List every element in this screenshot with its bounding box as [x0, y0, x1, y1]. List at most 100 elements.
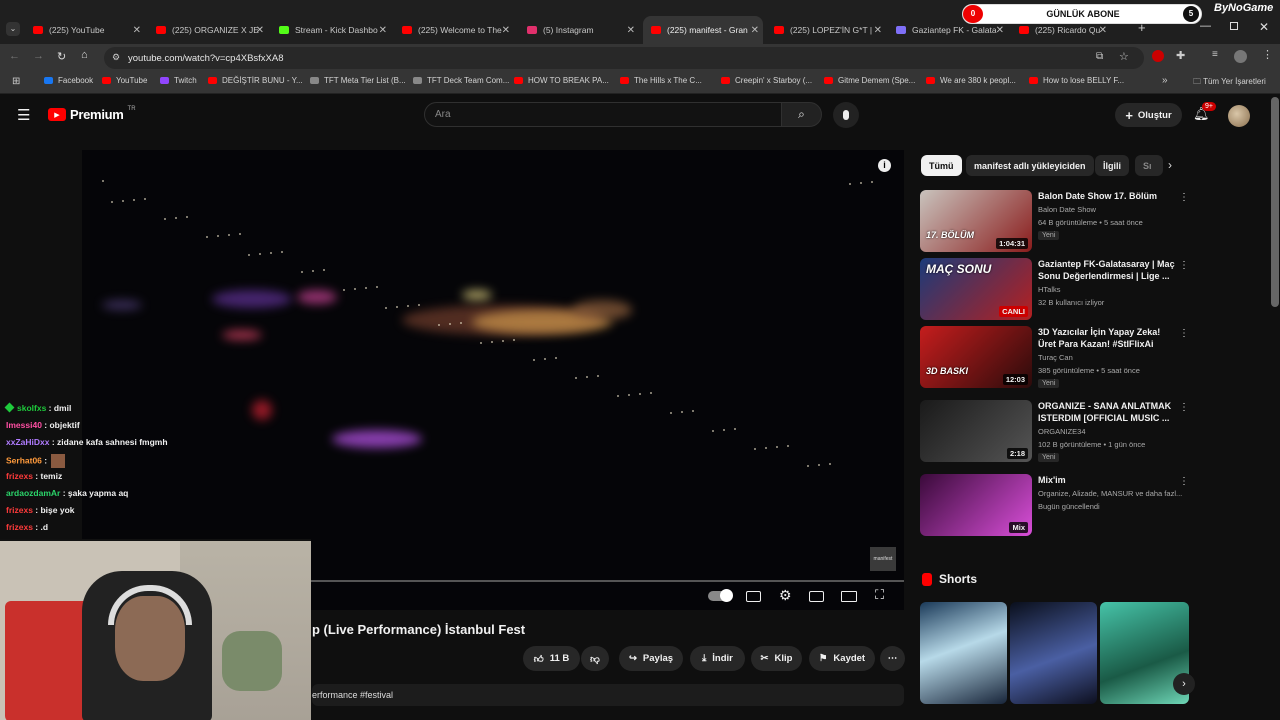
extension-icon[interactable] — [1152, 50, 1164, 62]
back-icon[interactable]: ← — [9, 50, 20, 62]
bookmark-item[interactable]: The Hills x The C... — [620, 76, 702, 85]
more-options-icon[interactable]: ⋮ — [1179, 192, 1189, 203]
like-button[interactable]: 👍︎ 11 B — [523, 646, 580, 671]
site-info-icon[interactable]: ⚙ — [112, 52, 120, 63]
window-minimize-icon[interactable]: — — [1200, 20, 1211, 32]
extensions-puzzle-icon[interactable]: ✚ — [1176, 49, 1185, 62]
video-thumbnail[interactable]: Mix — [920, 474, 1032, 536]
chips-next-icon[interactable]: › — [1168, 158, 1172, 172]
dislike-button[interactable]: 👎︎ — [581, 646, 609, 671]
bookmark-item[interactable]: Facebook — [44, 76, 93, 85]
bookmark-item[interactable]: How to lose BELLY F... — [1029, 76, 1124, 85]
bookmark-item[interactable]: Twitch — [160, 76, 197, 85]
youtube-logo[interactable]: ▶ Premium TR — [48, 106, 136, 122]
bookmark-item[interactable]: Gitme Demem (Spe... — [824, 76, 915, 85]
home-icon[interactable]: ⌂ — [81, 49, 88, 61]
search-input[interactable]: Ara — [424, 102, 782, 127]
tab-list-chevron-icon[interactable]: ⌄ — [6, 22, 20, 36]
browser-tab[interactable]: (225) YouTube ✕ — [25, 16, 145, 44]
channel-name[interactable]: Organize, Alizade, MANSUR ve daha fazl..… — [1038, 489, 1182, 498]
tab-close-icon[interactable]: ✕ — [133, 25, 141, 36]
bookmark-item[interactable]: YouTube — [102, 76, 147, 85]
voice-search-button[interactable] — [833, 102, 859, 128]
forward-icon[interactable]: → — [33, 50, 44, 62]
create-button[interactable]: + Oluştur — [1115, 103, 1182, 127]
channel-name[interactable]: HTalks — [1038, 285, 1061, 294]
filter-chip[interactable]: İlgili — [1095, 155, 1129, 176]
info-icon[interactable]: i — [878, 159, 891, 172]
bookmark-star-icon[interactable]: ☆ — [1119, 50, 1129, 63]
browser-tab[interactable]: (225) ORGANIZE X JE ✕ — [148, 16, 268, 44]
bookmark-item[interactable]: DEĞİŞTİR BUNU - Y... — [208, 76, 303, 85]
more-options-icon[interactable]: ⋮ — [1179, 328, 1189, 339]
autoplay-toggle[interactable] — [708, 589, 733, 602]
settings-gear-icon[interactable]: ⚙ — [779, 587, 792, 604]
tab-close-icon[interactable]: ✕ — [379, 25, 387, 36]
browser-tab[interactable]: Stream - Kick Dashbo ✕ — [271, 16, 391, 44]
bookmark-item[interactable]: Creepin' x Starboy (... — [721, 76, 812, 85]
tab-close-icon[interactable]: ✕ — [256, 25, 264, 36]
filter-chip[interactable]: manifest adlı yükleyiciden — [966, 155, 1094, 176]
save-button[interactable]: ⚑ Kaydet — [809, 646, 875, 671]
video-thumbnail[interactable]: MAÇ SONU CANLI — [920, 258, 1032, 320]
bookmarks-more-icon[interactable]: » — [1162, 75, 1168, 86]
theater-mode-icon[interactable] — [841, 591, 857, 602]
video-thumbnail[interactable]: 3D BASKI 12:03 — [920, 326, 1032, 388]
browser-tab[interactable]: (5) Instagram ✕ — [519, 16, 639, 44]
bookmark-item[interactable]: TFT Meta Tier List (B... — [310, 76, 406, 85]
filter-chip[interactable]: Tümü — [921, 155, 962, 176]
more-options-icon[interactable]: ⋮ — [1179, 260, 1189, 271]
more-options-icon[interactable]: ⋮ — [1179, 476, 1189, 487]
address-bar[interactable]: ⚙ youtube.com/watch?v=cp4XBsfxXA8 ⧉ ☆ — [104, 47, 1144, 69]
short-thumbnail[interactable] — [920, 602, 1007, 704]
apps-grid-icon[interactable]: ⊞ — [12, 76, 20, 87]
new-tab-icon[interactable]: + — [1138, 20, 1146, 35]
recommended-video[interactable]: 3D BASKI 12:03 3D Yazıcılar İçin Yapay Zek… — [920, 326, 1190, 390]
share-button[interactable]: ↪ Paylaş — [619, 646, 683, 671]
tab-close-icon[interactable]: ✕ — [874, 25, 882, 36]
channel-name[interactable]: ORGANIZE34 — [1038, 427, 1086, 436]
video-thumbnail[interactable]: 2:18 — [920, 400, 1032, 462]
reload-icon[interactable]: ↻ — [57, 50, 66, 63]
recommended-video[interactable]: MAÇ SONU CANLI Gaziantep FK-Galatasaray | … — [920, 258, 1190, 322]
more-actions-button[interactable]: ⋯ — [880, 646, 905, 671]
tab-close-icon[interactable]: ✕ — [751, 25, 759, 36]
subtitles-icon[interactable] — [746, 591, 761, 602]
recommended-video[interactable]: 2:18 ORGANIZE - SANA ANLATMAK ISTERDIM [O… — [920, 400, 1190, 464]
browser-tab[interactable]: (225) LOPEZ'İN G*T | ✕ — [766, 16, 886, 44]
channel-name[interactable]: Turaç Can — [1038, 353, 1073, 362]
bookmark-item[interactable]: HOW TO BREAK PA... — [514, 76, 609, 85]
description-box[interactable]: erformance #festival — [312, 684, 904, 706]
window-maximize-icon[interactable] — [1230, 22, 1238, 30]
recommended-video[interactable]: 17. BÖLÜM 1:04:31 Balon Date Show 17. Bölü… — [920, 190, 1190, 254]
media-control-icon[interactable]: ≡ — [1212, 49, 1218, 60]
recommended-video[interactable]: Mix Mix'im Organize, Alizade, MANSUR ve da… — [920, 474, 1190, 538]
filter-chip[interactable]: Sı — [1135, 155, 1163, 176]
browser-menu-icon[interactable]: ⋮ — [1262, 48, 1273, 61]
short-thumbnail[interactable] — [1010, 602, 1097, 704]
page-scrollbar[interactable] — [1271, 97, 1279, 307]
window-close-icon[interactable]: ✕ — [1259, 20, 1269, 34]
install-app-icon[interactable]: ⧉ — [1096, 51, 1103, 62]
channel-watermark[interactable]: manifest — [870, 547, 896, 571]
shorts-next-icon[interactable]: › — [1173, 673, 1195, 695]
tab-close-icon[interactable]: ✕ — [996, 25, 1004, 36]
tab-close-icon[interactable]: ✕ — [502, 25, 510, 36]
video-thumbnail[interactable]: 17. BÖLÜM 1:04:31 — [920, 190, 1032, 252]
browser-tab[interactable]: (225) Welcome to The ✕ — [394, 16, 514, 44]
bookmark-item[interactable]: We are 380 k peopl... — [926, 76, 1016, 85]
channel-name[interactable]: Balon Date Show — [1038, 205, 1096, 214]
fullscreen-icon[interactable]: ⛶ — [875, 587, 884, 603]
download-button[interactable]: ⤓ İndir — [690, 646, 745, 671]
clip-button[interactable]: ✂ Klip — [751, 646, 802, 671]
hamburger-menu-icon[interactable]: ☰ — [17, 106, 30, 124]
profile-avatar-icon[interactable] — [1234, 50, 1247, 63]
search-button[interactable]: ⌕ — [781, 102, 822, 127]
browser-tab[interactable]: (225) manifest - Gran ✕ — [643, 16, 763, 44]
bookmark-item[interactable]: TFT Deck Team Com... — [413, 76, 509, 85]
more-options-icon[interactable]: ⋮ — [1179, 402, 1189, 413]
all-bookmarks-folder[interactable]: 🗀 Tüm Yer İşaretleri — [1193, 76, 1266, 90]
miniplayer-icon[interactable] — [809, 591, 824, 602]
account-avatar[interactable] — [1228, 105, 1250, 127]
tab-close-icon[interactable]: ✕ — [1099, 25, 1107, 36]
